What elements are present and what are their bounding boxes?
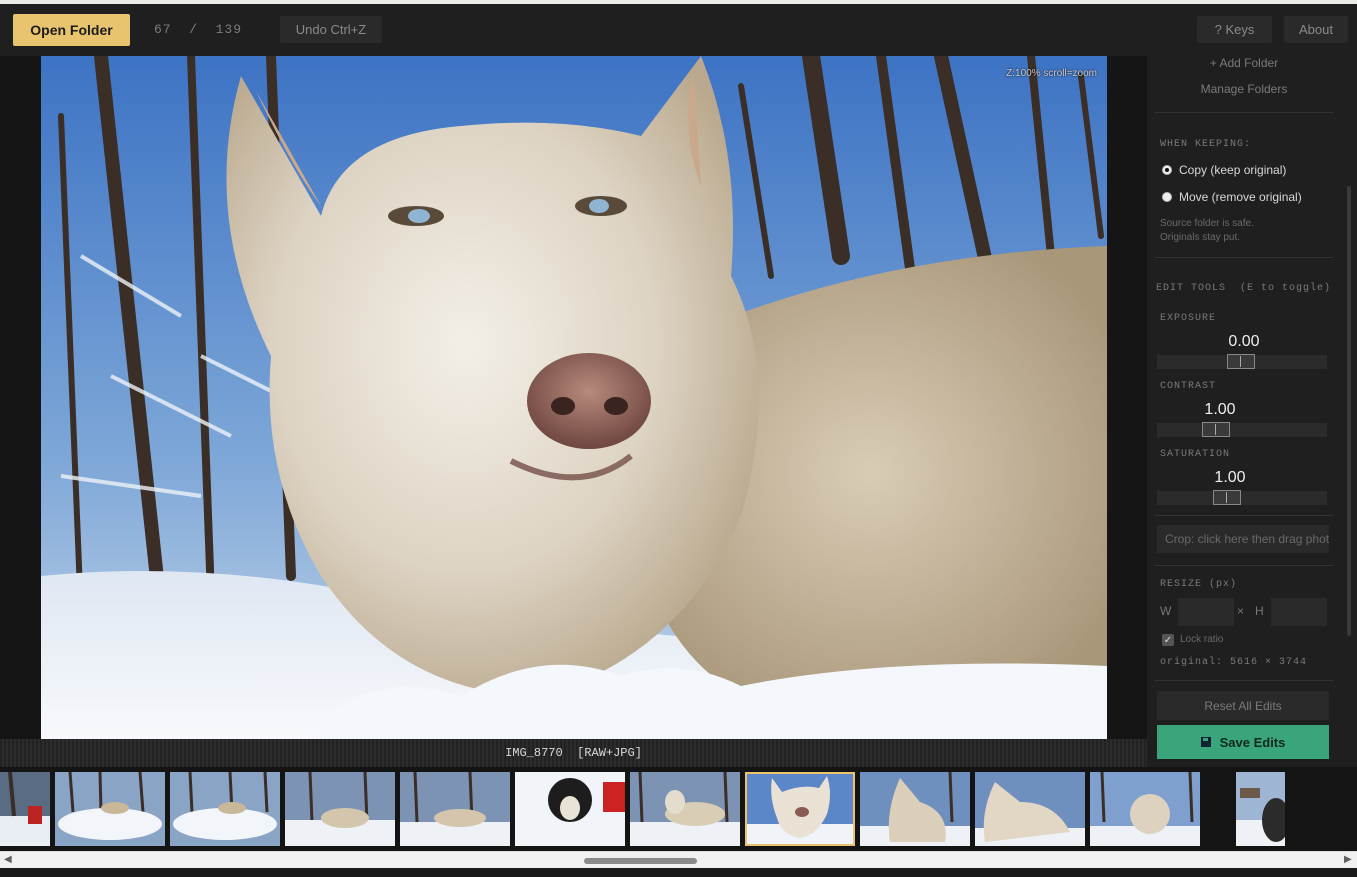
save-edits-button[interactable]: Save Edits [1157, 725, 1329, 759]
original-size: original: 5616 × 3744 [1160, 657, 1308, 668]
exposure-value: 0.00 [1228, 333, 1260, 350]
saturation-value: 1.00 [1214, 469, 1246, 486]
image-counter: 67 / 139 [154, 22, 243, 37]
saturation-label: SATURATION [1160, 449, 1231, 460]
lock-ratio-checkbox[interactable]: ✓ [1162, 634, 1174, 646]
undo-button[interactable]: Undo Ctrl+Z [280, 16, 382, 43]
width-input[interactable] [1178, 598, 1234, 626]
move-option-label: Move (remove original) [1179, 190, 1302, 204]
about-button[interactable]: About [1284, 16, 1348, 43]
radio-selected-icon[interactable] [1162, 165, 1172, 175]
add-folder-link[interactable]: + Add Folder [1147, 56, 1341, 70]
filmstrip-thumbnail[interactable] [170, 772, 280, 846]
copy-option-label: Copy (keep original) [1179, 163, 1287, 177]
times-sign: × [1237, 604, 1245, 618]
divider [1155, 680, 1333, 681]
contrast-slider-knob[interactable] [1202, 422, 1230, 437]
filmstrip-thumbnail[interactable] [860, 772, 970, 846]
sidebar-scrollbar-thumb[interactable] [1347, 186, 1351, 636]
keeping-note: Source folder is safe. Originals stay pu… [1160, 217, 1254, 245]
saturation-slider[interactable] [1157, 490, 1327, 505]
filmstrip-thumbnail[interactable] [285, 772, 395, 846]
main-photo[interactable]: Z:100% scroll=zoom [41, 56, 1107, 739]
filmstrip-thumbnail[interactable] [400, 772, 510, 846]
contrast-label: CONTRAST [1160, 381, 1217, 392]
exposure-label: EXPOSURE [1160, 313, 1217, 324]
height-label: H [1255, 604, 1264, 618]
saturation-slider-knob[interactable] [1213, 490, 1241, 505]
filmstrip [0, 767, 1357, 851]
when-keeping-title: WHEN KEEPING: [1160, 139, 1252, 150]
save-icon [1200, 737, 1211, 747]
crop-input[interactable]: Crop: click here then drag photo [1157, 525, 1329, 553]
crop-placeholder: Crop: click here then drag photo [1165, 532, 1329, 546]
copy-radio-option[interactable]: Copy (keep original) [1162, 163, 1286, 177]
lock-ratio-label: Lock ratio [1180, 634, 1224, 645]
reset-all-edits-button[interactable]: Reset All Edits [1157, 691, 1329, 720]
open-folder-button[interactable]: Open Folder [13, 14, 130, 46]
husky-photo [41, 56, 1107, 739]
note-line-2: Originals stay put. [1160, 232, 1241, 243]
divider [1155, 112, 1333, 113]
sidebar-scrollbar[interactable] [1341, 56, 1357, 767]
contrast-slider[interactable] [1157, 422, 1327, 437]
divider [1155, 515, 1333, 516]
move-radio-option[interactable]: Move (remove original) [1162, 190, 1302, 204]
filmstrip-scrollbar[interactable]: ◀ ▶ [0, 851, 1357, 869]
keys-button[interactable]: ? Keys [1197, 16, 1272, 43]
resize-label: RESIZE (px) [1160, 579, 1238, 590]
filmstrip-thumbnail[interactable] [1090, 772, 1200, 846]
scroll-right-icon[interactable]: ▶ [1344, 854, 1352, 865]
filmstrip-thumbnail[interactable] [975, 772, 1085, 846]
filmstrip-thumbnail[interactable] [55, 772, 165, 846]
scroll-left-icon[interactable]: ◀ [4, 854, 12, 865]
filmstrip-thumbnail[interactable] [630, 772, 740, 846]
filmstrip-thumbnail[interactable] [0, 772, 50, 846]
zoom-hint: Z:100% scroll=zoom [1006, 68, 1097, 79]
sidebar: + Add Folder Manage Folders WHEN KEEPING… [1147, 56, 1341, 767]
photo-viewer[interactable]: Z:100% scroll=zoom IMG_8770 [RAW+JPG] [0, 56, 1147, 767]
width-label: W [1160, 604, 1172, 618]
note-line-1: Source folder is safe. [1160, 218, 1254, 229]
filmstrip-scrollbar-thumb[interactable] [584, 858, 697, 864]
exposure-slider-knob[interactable] [1227, 354, 1255, 369]
divider [1155, 257, 1333, 258]
edit-tools-title: EDIT TOOLS (E to toggle) [1156, 283, 1332, 294]
filmstrip-thumbnail-current[interactable] [745, 772, 855, 846]
contrast-value: 1.00 [1204, 401, 1236, 418]
toolbar: Open Folder 67 / 139 Undo Ctrl+Z ? Keys … [0, 4, 1357, 56]
filmstrip-thumbnail[interactable] [515, 772, 625, 846]
filmstrip-thumbnail[interactable] [1236, 772, 1285, 846]
divider [1155, 565, 1333, 566]
window-bottom-strip [0, 868, 1357, 877]
height-input[interactable] [1271, 598, 1327, 626]
photo-caption: IMG_8770 [RAW+JPG] [0, 739, 1147, 767]
save-edits-label: Save Edits [1219, 734, 1286, 750]
exposure-slider[interactable] [1157, 354, 1327, 369]
manage-folders-link[interactable]: Manage Folders [1147, 82, 1341, 96]
radio-unselected-icon[interactable] [1162, 192, 1172, 202]
